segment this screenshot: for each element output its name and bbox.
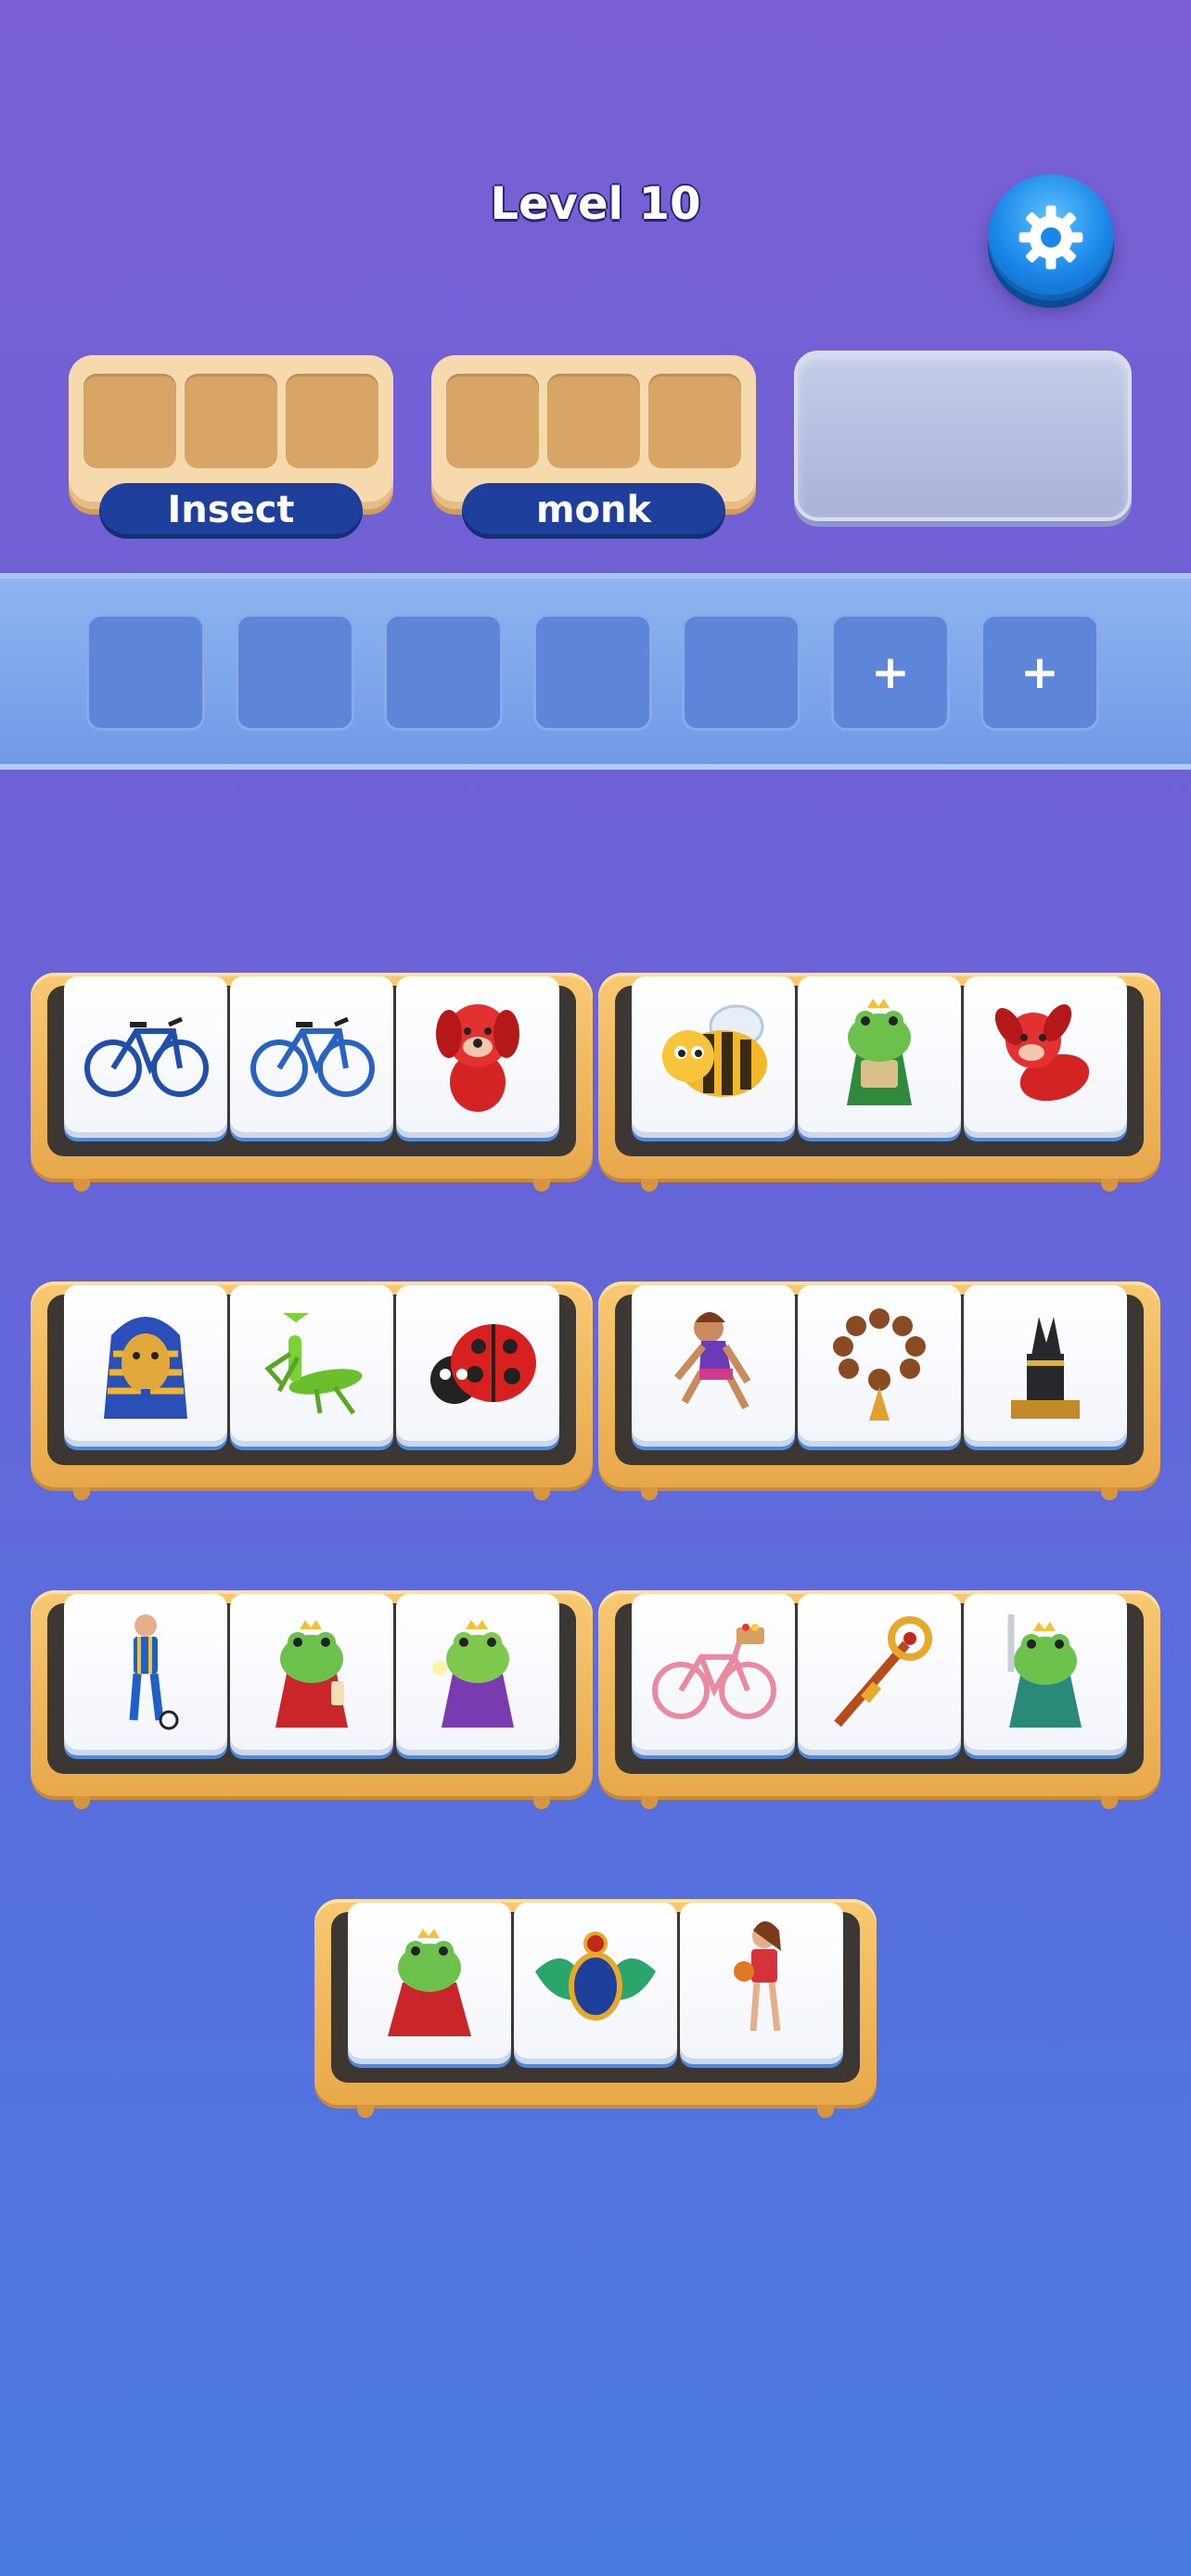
tile-frog-king-scroll[interactable] bbox=[230, 1594, 393, 1750]
category-slot bbox=[648, 374, 741, 468]
tile-cartoon-bee[interactable] bbox=[632, 976, 795, 1132]
plus-icon: + bbox=[871, 645, 910, 699]
tile-pharaoh-mask[interactable] bbox=[64, 1285, 227, 1441]
category-card-empty[interactable] bbox=[794, 351, 1132, 521]
tile-anubis-statue[interactable] bbox=[964, 1285, 1127, 1441]
shelf bbox=[598, 973, 1160, 1197]
tile-red-puppy-jumping[interactable] bbox=[964, 976, 1127, 1132]
category-slot bbox=[185, 374, 277, 468]
game-screen: Level 10 Insect monk + + bbox=[0, 0, 1191, 2576]
shelf bbox=[31, 1282, 593, 1506]
shelf bbox=[598, 1590, 1160, 1815]
tile-praying-mantis[interactable] bbox=[230, 1285, 393, 1441]
category-card-insect[interactable]: Insect bbox=[69, 355, 393, 539]
category-card-monk[interactable]: monk bbox=[431, 355, 756, 539]
tile-frog-king-flower[interactable] bbox=[396, 1594, 559, 1750]
add-slot-button[interactable]: + bbox=[980, 614, 1099, 731]
tile-basketball-girl[interactable] bbox=[680, 1903, 843, 2059]
category-slot bbox=[446, 374, 539, 468]
shelf bbox=[314, 1899, 877, 2123]
shelf bbox=[598, 1282, 1160, 1506]
category-label: Insect bbox=[99, 483, 363, 539]
tile-blue-road-bicycle[interactable] bbox=[64, 976, 227, 1132]
tile-pink-bicycle[interactable] bbox=[632, 1594, 795, 1750]
tile-prayer-beads[interactable] bbox=[798, 1285, 961, 1441]
tile-soccer-player[interactable] bbox=[64, 1594, 227, 1750]
tile-scarab-amulet[interactable] bbox=[514, 1903, 677, 2059]
shelf bbox=[31, 973, 593, 1197]
tile-frog-king-red-cape[interactable] bbox=[348, 1903, 511, 2059]
tray-slot[interactable] bbox=[682, 614, 800, 731]
tray-slot[interactable] bbox=[236, 614, 354, 731]
tray-slot[interactable] bbox=[533, 614, 652, 731]
tile-frog-scholar[interactable] bbox=[798, 976, 961, 1132]
add-slot-button[interactable]: + bbox=[831, 614, 950, 731]
gear-icon bbox=[1018, 205, 1083, 270]
category-slot bbox=[286, 374, 378, 468]
plus-icon: + bbox=[1020, 645, 1059, 699]
tray-slot[interactable] bbox=[384, 614, 503, 731]
shelf bbox=[31, 1590, 593, 1815]
tile-golden-scepter[interactable] bbox=[798, 1594, 961, 1750]
tile-girl-sprinter[interactable] bbox=[632, 1285, 795, 1441]
tile-ladybug[interactable] bbox=[396, 1285, 559, 1441]
tile-red-puppy[interactable] bbox=[396, 976, 559, 1132]
category-label: monk bbox=[462, 483, 725, 539]
category-slot bbox=[83, 374, 176, 468]
settings-button[interactable] bbox=[988, 174, 1114, 300]
tile-frog-knight-sword[interactable] bbox=[964, 1594, 1127, 1750]
tray-slot[interactable] bbox=[86, 614, 205, 731]
tile-blue-road-bicycle[interactable] bbox=[230, 976, 393, 1132]
holding-tray: + + bbox=[0, 573, 1191, 770]
category-slot bbox=[547, 374, 640, 468]
